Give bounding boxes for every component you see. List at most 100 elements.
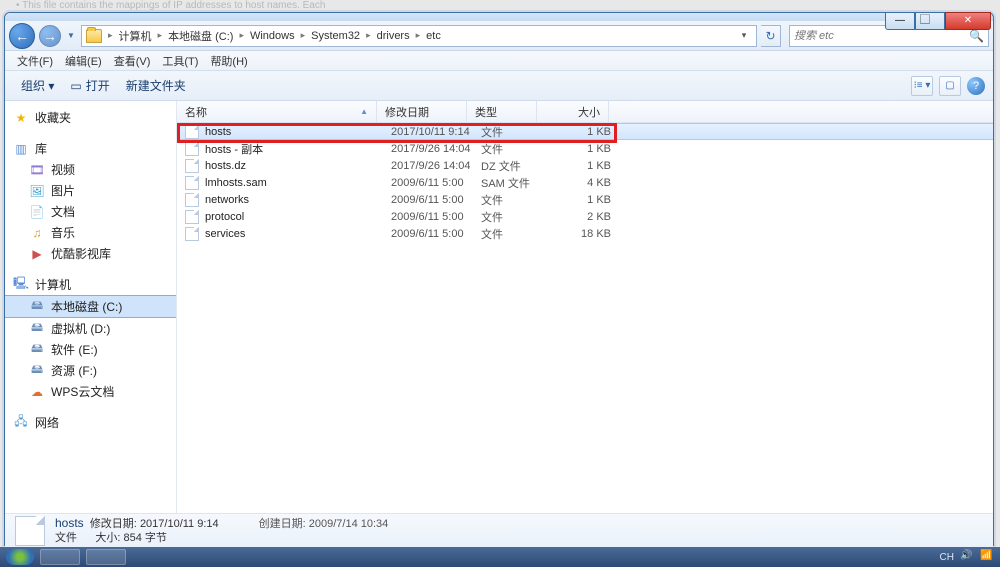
star-icon: ★ [13,110,29,126]
cloud-icon: ☁ [29,384,45,400]
column-type[interactable]: 类型 [467,101,537,122]
sidebar-libraries[interactable]: ▥库 [5,138,176,159]
sidebar-item-music[interactable]: ♫音乐 [5,222,176,243]
breadcrumb[interactable]: drivers [373,30,414,42]
file-icon [185,210,199,224]
chevron-right-icon: ▸ [237,30,246,41]
help-button[interactable]: ? [967,77,985,95]
file-name: networks [205,194,391,206]
file-type: 文件 [481,209,551,225]
details-created-label: 创建日期: [259,518,306,530]
column-name[interactable]: 名称▲ [177,101,377,122]
open-button[interactable]: ▭打开 [62,74,117,97]
file-icon [185,227,199,241]
menu-view[interactable]: 查看(V) [108,51,157,71]
sidebar-item-wps-cloud[interactable]: ☁WPS云文档 [5,381,176,402]
new-folder-button[interactable]: 新建文件夹 [118,74,194,97]
sidebar-item-drive-e[interactable]: 🖴软件 (E:) [5,339,176,360]
breadcrumb[interactable]: 本地磁盘 (C:) [164,28,237,44]
file-row[interactable]: protocol 2009/6/11 5:00 文件 2 KB [177,208,993,225]
minimize-button[interactable]: — [885,12,915,30]
details-type: 文件 [55,532,77,544]
picture-icon: 🖼 [29,183,45,199]
menu-file[interactable]: 文件(F) [11,51,59,71]
sidebar-item-video[interactable]: 🎞视频 [5,159,176,180]
chevron-right-icon: ▸ [364,30,373,41]
nav-history-dropdown[interactable]: ▼ [65,26,77,46]
preview-pane-button[interactable]: ▢ [939,76,961,96]
taskbar-item[interactable] [40,549,80,565]
file-row[interactable]: hosts 2017/10/11 9:14 文件 1 KB [177,123,993,140]
file-date: 2009/6/11 5:00 [391,228,481,240]
sidebar-network[interactable]: 🖧网络 [5,412,176,433]
file-name: hosts.dz [205,160,391,172]
breadcrumb[interactable]: 计算机 [115,28,156,44]
ime-indicator[interactable]: CH [940,552,954,563]
chevron-right-icon: ▸ [299,30,308,41]
file-row[interactable]: hosts - 副本 2017/9/26 14:04 文件 1 KB [177,140,993,157]
maximize-button[interactable]: ⃞ [915,12,945,30]
search-icon[interactable]: 🔍 [969,29,984,43]
hdd-icon: 🖴 [29,342,45,358]
refresh-button[interactable]: ↻ [761,25,781,47]
details-size-value: 854 字节 [123,532,166,544]
menu-help[interactable]: 帮助(H) [204,51,253,71]
file-size: 4 KB [551,177,611,189]
address-dropdown[interactable]: ▾ [736,30,752,41]
file-row[interactable]: networks 2009/6/11 5:00 文件 1 KB [177,191,993,208]
menu-edit[interactable]: 编辑(E) [59,51,108,71]
sidebar-item-pictures[interactable]: 🖼图片 [5,180,176,201]
sidebar-item-youku[interactable]: ▶优酷影视库 [5,243,176,264]
chevron-right-icon: ▸ [414,30,423,41]
file-size: 18 KB [551,228,611,240]
search-input[interactable] [794,30,969,42]
menu-tools[interactable]: 工具(T) [156,51,204,71]
details-name: hosts [55,516,84,530]
file-size: 1 KB [551,160,611,172]
sidebar-item-drive-d[interactable]: 🖴虚拟机 (D:) [5,318,176,339]
file-row[interactable]: hosts.dz 2017/9/26 14:04 DZ 文件 1 KB [177,157,993,174]
taskbar-item[interactable] [86,549,126,565]
breadcrumb[interactable]: Windows [246,30,299,42]
file-name: lmhosts.sam [205,177,391,189]
file-date: 2009/6/11 5:00 [391,211,481,223]
volume-icon[interactable]: 🔊 [960,550,974,564]
file-row[interactable]: lmhosts.sam 2009/6/11 5:00 SAM 文件 4 KB [177,174,993,191]
nav-forward-button[interactable]: → [39,25,61,47]
file-type: SAM 文件 [481,175,551,191]
folder-icon [86,29,102,43]
youku-icon: ▶ [29,246,45,262]
file-icon [185,193,199,207]
file-row[interactable]: services 2009/6/11 5:00 文件 18 KB [177,225,993,242]
column-size[interactable]: 大小 [537,101,609,122]
file-list: hosts 2017/10/11 9:14 文件 1 KB hosts - 副本… [177,123,993,242]
breadcrumb[interactable]: System32 [307,30,364,42]
file-date: 2009/6/11 5:00 [391,177,481,189]
nav-back-button[interactable]: ← [9,23,35,49]
start-button[interactable] [6,549,34,565]
sidebar-favorites[interactable]: ★收藏夹 [5,107,176,128]
file-type: DZ 文件 [481,158,551,174]
file-type: 文件 [481,141,551,157]
organize-button[interactable]: 组织 ▾ [13,74,62,97]
file-size: 1 KB [551,143,611,155]
file-name: hosts - 副本 [205,141,391,157]
titlebar[interactable]: — ⃞ ✕ [5,13,993,21]
close-button[interactable]: ✕ [945,12,991,30]
sidebar-item-drive-c[interactable]: 🖴本地磁盘 (C:) [5,295,176,318]
taskbar: CH 🔊 📶 [0,547,1000,567]
breadcrumb[interactable]: etc [422,30,445,42]
sidebar-item-drive-f[interactable]: 🖴资源 (F:) [5,360,176,381]
address-bar[interactable]: ▸ 计算机 ▸ 本地磁盘 (C:) ▸ Windows ▸ System32 ▸… [81,25,757,47]
toolbar: 组织 ▾ ▭打开 新建文件夹 ⁝≡ ▾ ▢ ? [5,71,993,101]
view-options-button[interactable]: ⁝≡ ▾ [911,76,933,96]
system-tray: CH 🔊 📶 [940,550,994,564]
column-date[interactable]: 修改日期 [377,101,467,122]
file-type: 文件 [481,226,551,242]
sidebar-item-documents[interactable]: 📄文档 [5,201,176,222]
sidebar-computer[interactable]: 🖳计算机 [5,274,176,295]
network-tray-icon[interactable]: 📶 [980,550,994,564]
chevron-right-icon: ▸ [106,30,115,41]
details-created-value: 2009/7/14 10:34 [309,518,389,530]
hdd-icon: 🖴 [29,363,45,379]
